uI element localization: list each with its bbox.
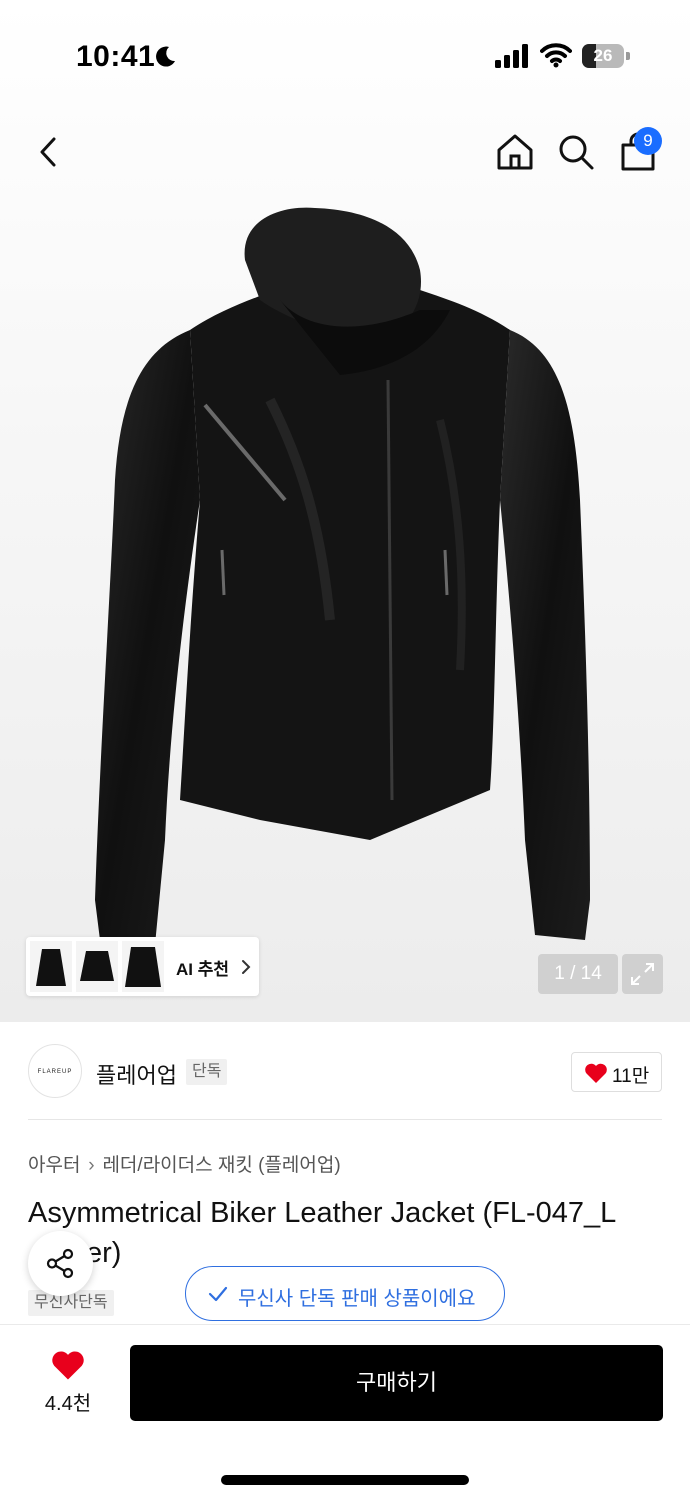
battery-level: 26 <box>593 46 613 65</box>
status-bar: 10:41 26 <box>0 0 690 110</box>
wifi-icon <box>540 43 572 68</box>
brand-logo[interactable]: FLAREUP <box>28 1044 82 1098</box>
buy-button[interactable]: 구매하기 <box>130 1345 663 1421</box>
brand-row: FLAREUP 플레어업 단독 11만 <box>0 1022 690 1122</box>
chevron-right-icon: › <box>88 1155 95 1176</box>
status-time: 10:41 <box>76 40 156 73</box>
image-page-counter: 1 / 14 <box>538 954 618 994</box>
back-arrow-icon[interactable] <box>26 130 70 174</box>
heart-icon <box>52 1351 84 1380</box>
cart-count-badge: 9 <box>634 127 662 155</box>
wishlist-count: 4.4천 <box>44 1393 92 1415</box>
share-button[interactable] <box>28 1231 93 1296</box>
recommend-thumbnail <box>30 941 72 992</box>
chevron-right-icon <box>242 960 251 974</box>
breadcrumb: 아우터 › 레더/라이더스 재킷 (플레어업) <box>28 1150 341 1177</box>
recommend-thumbnail <box>76 941 118 992</box>
cellular-signal-icon <box>495 44 528 68</box>
wishlist-button[interactable]: 4.4천 <box>28 1345 108 1421</box>
share-icon <box>46 1248 74 1279</box>
brand-name[interactable]: 플레어업 <box>96 1058 177 1090</box>
exclusive-toast: 무신사 단독 판매 상품이에요 <box>185 1266 505 1321</box>
ai-recommend-card[interactable]: AI 추천 <box>26 937 259 996</box>
home-icon[interactable] <box>493 130 537 174</box>
recommend-thumbnail <box>122 941 164 992</box>
expand-image-button[interactable] <box>622 954 663 994</box>
breadcrumb-item[interactable]: 레더/라이더스 재킷 (플레어업) <box>102 1155 340 1176</box>
top-nav <box>0 120 690 184</box>
product-image <box>95 207 590 945</box>
home-indicator <box>221 1475 469 1485</box>
moon-icon <box>156 46 175 67</box>
product-title: Asymmetrical Biker Leather Jacket (FL-04… <box>28 1197 617 1229</box>
ai-recommend-label: AI 추천 <box>176 960 230 979</box>
expand-icon <box>631 963 654 985</box>
heart-icon <box>585 1063 607 1083</box>
check-icon <box>208 1286 228 1302</box>
search-icon[interactable] <box>554 130 598 174</box>
brand-exclusive-tag: 단독 <box>186 1059 228 1085</box>
breadcrumb-item[interactable]: 아우터 <box>28 1155 80 1176</box>
bottom-bar-divider <box>0 1324 690 1325</box>
brand-like-count: 11만 <box>612 1066 650 1087</box>
brand-like-button[interactable]: 11만 <box>571 1052 662 1092</box>
toast-text: 무신사 단독 판매 상품이에요 <box>238 1288 476 1310</box>
divider <box>28 1119 662 1120</box>
product-image-gallery[interactable]: 10:41 26 9 AI 추천 1 / 14 <box>0 0 690 1022</box>
battery-indicator: 26 <box>582 44 630 68</box>
